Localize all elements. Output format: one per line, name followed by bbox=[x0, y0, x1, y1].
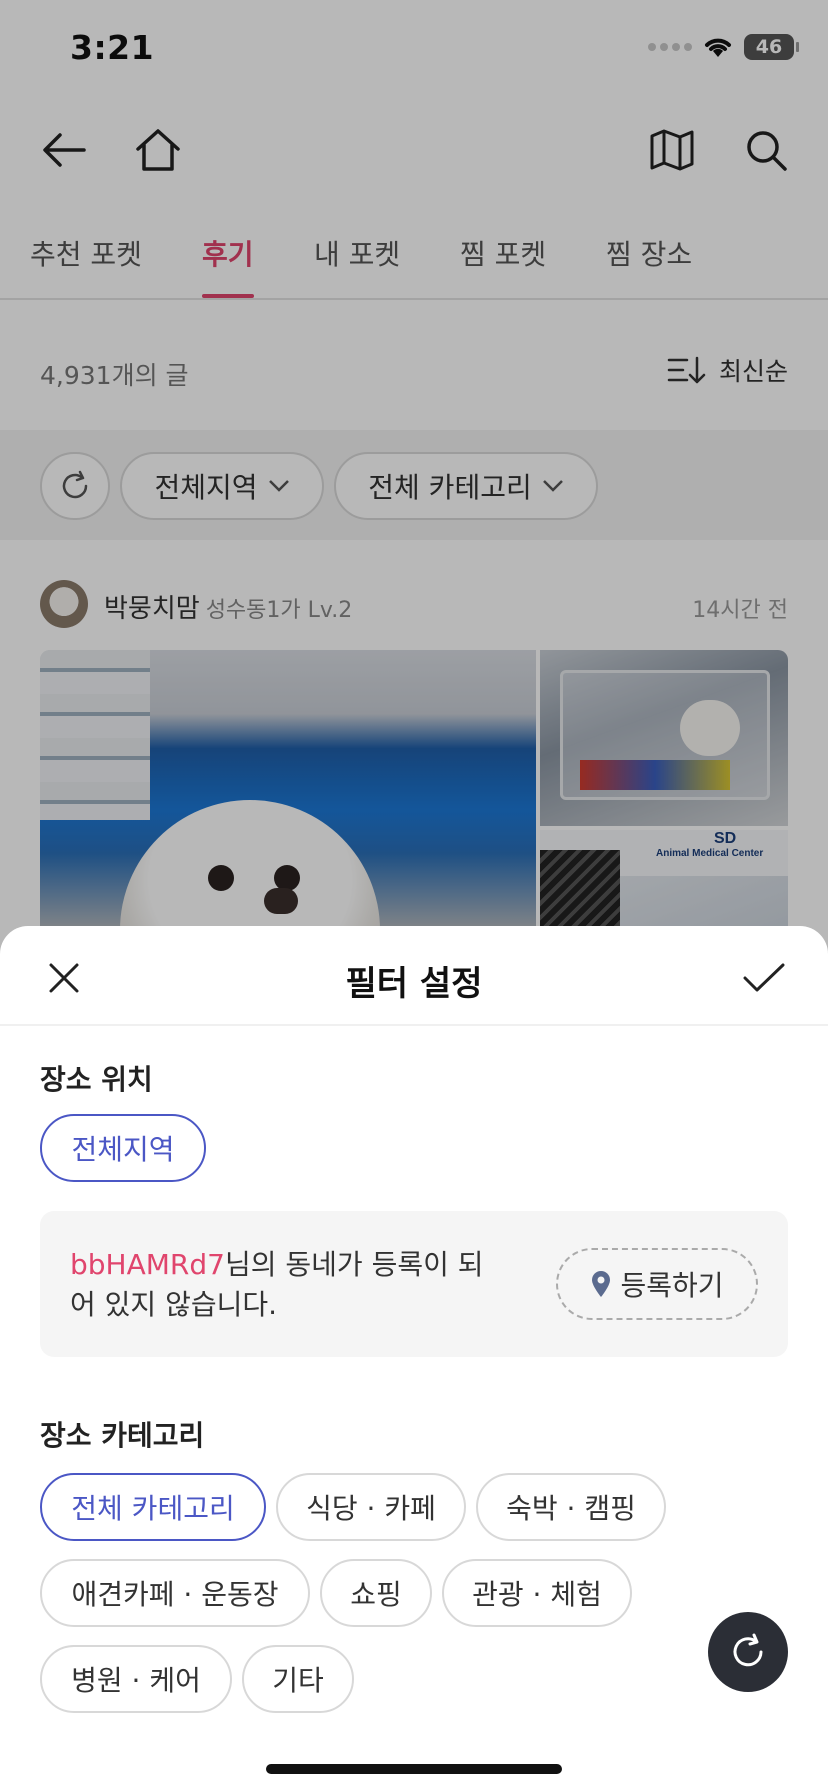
category-section-title: 장소 카테고리 bbox=[40, 1419, 205, 1452]
register-label: 등록하기 bbox=[620, 1269, 724, 1302]
category-chip-restaurant-cafe[interactable]: 식당 · 카페 bbox=[276, 1473, 466, 1541]
category-chip-tourism-experience[interactable]: 관광 · 체험 bbox=[442, 1559, 632, 1627]
category-chip-shopping[interactable]: 쇼핑 bbox=[320, 1559, 432, 1627]
neighborhood-notice: bbHAMRd7님의 동네가 등록이 되어 있지 않습니다. 등록하기 bbox=[40, 1211, 788, 1357]
location-chip-all[interactable]: 전체지역 bbox=[40, 1114, 206, 1182]
filter-bottom-sheet: 필터 설정 장소 위치 전체지역 bbHAMRd7님의 동네가 등록이 되어 있… bbox=[0, 926, 828, 1792]
reset-filters-fab[interactable] bbox=[708, 1612, 788, 1692]
location-pin-icon bbox=[592, 1271, 611, 1297]
register-neighborhood-button[interactable]: 등록하기 bbox=[556, 1248, 758, 1320]
category-chip-dog-cafe-playground[interactable]: 애견카페 · 운동장 bbox=[40, 1559, 310, 1627]
home-indicator bbox=[266, 1764, 562, 1774]
check-icon bbox=[743, 963, 785, 992]
confirm-button[interactable] bbox=[740, 956, 788, 1000]
location-section-title: 장소 위치 bbox=[40, 1063, 153, 1096]
sheet-header: 필터 설정 bbox=[0, 926, 828, 1026]
category-chip-all[interactable]: 전체 카테고리 bbox=[40, 1473, 266, 1541]
notice-username: bbHAMRd7 bbox=[70, 1248, 225, 1281]
category-chip-hospital-care[interactable]: 병원 · 케어 bbox=[40, 1645, 232, 1713]
notice-text: bbHAMRd7님의 동네가 등록이 되어 있지 않습니다. bbox=[70, 1245, 490, 1325]
refresh-icon bbox=[733, 1633, 763, 1667]
category-chip-lodging-camping[interactable]: 숙박 · 캠핑 bbox=[476, 1473, 666, 1541]
sheet-title: 필터 설정 bbox=[345, 964, 483, 1004]
category-chip-other[interactable]: 기타 bbox=[242, 1645, 354, 1713]
